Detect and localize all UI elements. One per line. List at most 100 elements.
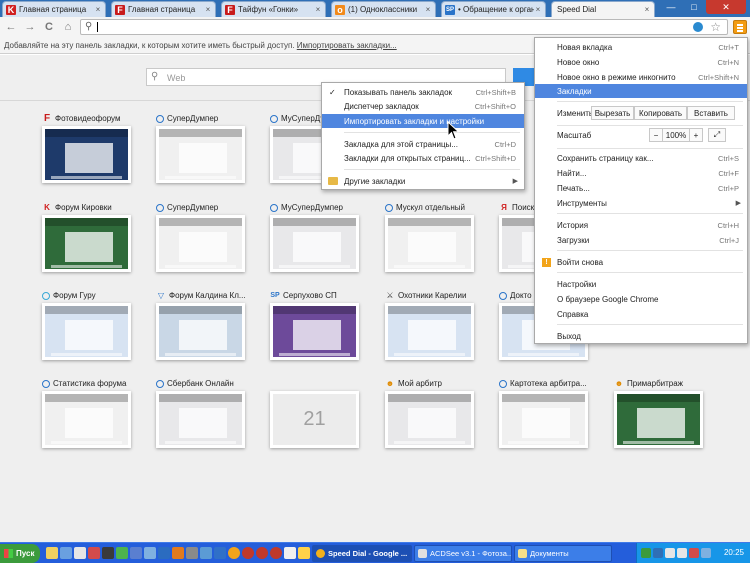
opera-icon[interactable] xyxy=(242,547,254,559)
tile-thumbnail[interactable] xyxy=(42,215,131,272)
tab-3[interactable]: F Тайфун «Гонки» × xyxy=(221,1,326,17)
menu-item-new-tab[interactable]: Новая вкладка Ctrl+T xyxy=(535,40,747,54)
quick-launch-icon[interactable] xyxy=(144,547,156,559)
menu-item-other-bookmarks[interactable]: Другие закладки ▶ xyxy=(322,174,524,188)
menu-item-bookmark-this-page[interactable]: Закладка для этой страницы... Ctrl+D xyxy=(322,137,524,151)
cut-button[interactable]: Вырезать xyxy=(591,106,634,120)
menu-item-downloads[interactable]: Загрузки Ctrl+J xyxy=(535,233,747,247)
quick-launch-icon[interactable] xyxy=(158,547,170,559)
quick-launch-icon[interactable] xyxy=(116,547,128,559)
quick-launch-icon[interactable] xyxy=(186,547,198,559)
tile-thumbnail[interactable] xyxy=(270,215,359,272)
speed-dial-tile[interactable]: МуСуперДумпер xyxy=(270,202,365,272)
menu-item-about[interactable]: О браузере Google Chrome xyxy=(535,292,747,306)
menu-item-sign-in-again[interactable]: ! Войти снова xyxy=(535,255,747,269)
chrome-menu-button[interactable] xyxy=(733,20,747,34)
tile-thumbnail[interactable] xyxy=(42,303,131,360)
close-icon[interactable]: × xyxy=(424,5,432,14)
reload-button[interactable]: C xyxy=(42,20,56,34)
menu-item-print[interactable]: Печать... Ctrl+P xyxy=(535,181,747,195)
menu-item-history[interactable]: История Ctrl+H xyxy=(535,218,747,232)
quick-launch-icon[interactable] xyxy=(172,547,184,559)
menu-item-help[interactable]: Справка xyxy=(535,307,747,321)
star-icon[interactable]: ☆ xyxy=(710,20,721,34)
tile-thumbnail[interactable] xyxy=(385,303,474,360)
speed-dial-tile[interactable]: Сбербанк Онлайн xyxy=(156,378,251,448)
task-documents[interactable]: Документы xyxy=(514,545,612,562)
tile-thumbnail[interactable] xyxy=(385,391,474,448)
tray-icon[interactable] xyxy=(653,548,663,558)
tab-6[interactable]: Speed Dial × xyxy=(551,1,655,17)
speed-dial-tile[interactable]: Статистика форума xyxy=(42,378,137,448)
menu-item-show-bookmarks-bar[interactable]: ✓ Показывать панель закладок Ctrl+Shift+… xyxy=(322,85,524,99)
firefox-icon[interactable] xyxy=(228,547,240,559)
menu-item-bookmark-open-pages[interactable]: Закладки для открытых страниц... Ctrl+Sh… xyxy=(322,151,524,165)
close-icon[interactable]: × xyxy=(94,5,102,14)
tile-thumbnail[interactable]: 21 xyxy=(270,391,359,448)
speed-dial-tile[interactable]: SP Серпухово СП xyxy=(270,290,365,360)
speed-dial-tile[interactable]: Мускул отдельный xyxy=(385,202,480,272)
menu-item-incognito[interactable]: Новое окно в режиме инкогнито Ctrl+Shift… xyxy=(535,70,747,84)
menu-item-import-bookmarks[interactable]: Импортировать закладки и настройки xyxy=(322,114,524,128)
menu-item-bookmarks[interactable]: Закладки xyxy=(535,84,747,98)
speed-dial-tile[interactable]: СуперДумпер xyxy=(156,113,251,183)
back-button[interactable]: ← xyxy=(4,20,18,34)
tab-4[interactable]: o (1) Одноклассники × xyxy=(331,1,436,17)
tile-thumbnail[interactable] xyxy=(270,303,359,360)
quick-launch-icon[interactable] xyxy=(130,547,142,559)
tray-icon[interactable] xyxy=(677,548,687,558)
quick-launch-icon[interactable] xyxy=(102,547,114,559)
menu-item-tools[interactable]: Инструменты ▶ xyxy=(535,196,747,210)
tile-thumbnail[interactable] xyxy=(156,215,245,272)
tray-icon[interactable] xyxy=(701,548,711,558)
tile-thumbnail[interactable] xyxy=(499,391,588,448)
menu-item-find[interactable]: Найти... Ctrl+F xyxy=(535,166,747,180)
quick-launch-icon[interactable] xyxy=(214,547,226,559)
tab-2[interactable]: F Главная страница × xyxy=(111,1,216,17)
speed-dial-tile[interactable]: ☻ Примарбитраж xyxy=(614,378,709,448)
opera-icon[interactable] xyxy=(256,547,268,559)
speed-dial-tile[interactable]: F Фотовидеофорум xyxy=(42,113,137,183)
speed-dial-tile[interactable]: Форум Гуру xyxy=(42,290,137,360)
tile-thumbnail[interactable] xyxy=(42,391,131,448)
copy-button[interactable]: Копировать xyxy=(634,106,687,120)
import-bookmarks-link[interactable]: Импортировать закладки... xyxy=(297,41,397,50)
menu-item-bookmark-manager[interactable]: Диспетчер закладок Ctrl+Shift+O xyxy=(322,99,524,113)
quick-launch-icon[interactable] xyxy=(200,547,212,559)
tile-thumbnail[interactable] xyxy=(385,215,474,272)
quick-launch-icon[interactable] xyxy=(284,547,296,559)
minimize-button[interactable]: — xyxy=(660,0,682,14)
menu-item-new-window[interactable]: Новое окно Ctrl+N xyxy=(535,55,747,69)
maximize-button[interactable]: □ xyxy=(683,0,705,14)
close-window-button[interactable]: ✕ xyxy=(706,0,746,14)
task-acdsee[interactable]: ACDSee v3.1 - Фотоза... xyxy=(414,545,512,562)
zoom-in-button[interactable]: + xyxy=(689,128,703,142)
task-speed-dial[interactable]: Speed Dial - Google ... xyxy=(312,545,412,562)
speed-dial-tile[interactable]: 21 xyxy=(270,378,365,448)
zoom-out-button[interactable]: − xyxy=(649,128,663,142)
address-bar[interactable]: ⚲ ☆ xyxy=(80,19,728,35)
tile-thumbnail[interactable] xyxy=(614,391,703,448)
menu-item-exit[interactable]: Выход xyxy=(535,329,747,343)
menu-item-settings[interactable]: Настройки xyxy=(535,277,747,291)
speed-dial-tile[interactable]: СуперДумпер xyxy=(156,202,251,272)
paste-button[interactable]: Вставить xyxy=(687,106,735,120)
tile-thumbnail[interactable] xyxy=(42,126,131,183)
speed-dial-tile[interactable]: K Форум Кировки xyxy=(42,202,137,272)
tray-icon[interactable] xyxy=(689,548,699,558)
close-icon[interactable]: × xyxy=(643,5,651,14)
tray-icon[interactable] xyxy=(641,548,651,558)
speed-dial-tile[interactable]: Картотека арбитра... xyxy=(499,378,594,448)
tile-thumbnail[interactable] xyxy=(156,391,245,448)
close-icon[interactable]: × xyxy=(534,5,542,14)
tab-5[interactable]: SP • Обращение к орган × xyxy=(441,1,546,17)
home-button[interactable]: ⌂ xyxy=(61,20,75,34)
menu-item-save-page[interactable]: Сохранить страницу как... Ctrl+S xyxy=(535,151,747,165)
fullscreen-button[interactable]: ⤢ xyxy=(708,128,726,142)
close-icon[interactable]: × xyxy=(314,5,322,14)
speed-dial-tile[interactable]: ☻ Мой арбитр xyxy=(385,378,480,448)
close-icon[interactable]: × xyxy=(204,5,212,14)
start-button[interactable]: Пуск xyxy=(0,544,40,563)
extension-icon[interactable] xyxy=(693,22,703,32)
forward-button[interactable]: → xyxy=(23,20,37,34)
